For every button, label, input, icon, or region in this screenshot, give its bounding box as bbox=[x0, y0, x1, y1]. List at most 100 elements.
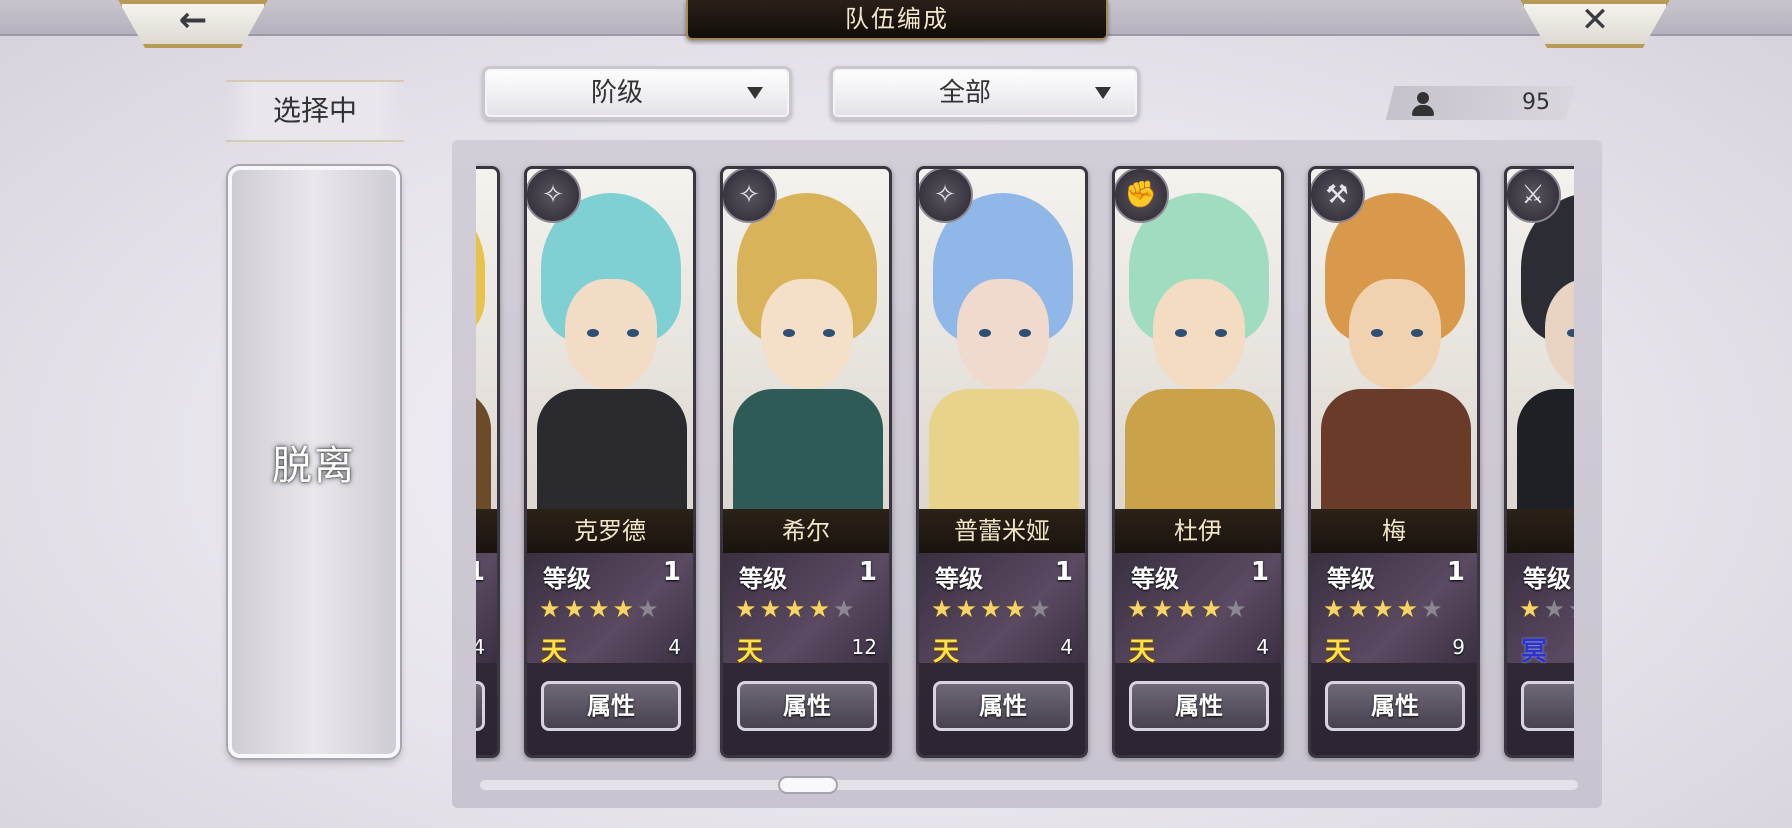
unit-count: 95 bbox=[1522, 90, 1550, 115]
level-label: 等级 bbox=[1327, 565, 1375, 593]
sub-value: 4 bbox=[668, 635, 681, 659]
attribute-button[interactable]: 属性 bbox=[1129, 681, 1269, 731]
star-icon: ★ bbox=[1176, 595, 1201, 623]
character-card[interactable]: ✊ 杜伊 等级 1 ★★★★★ 天 4 属性 bbox=[1112, 166, 1284, 758]
star-icon: ★ bbox=[637, 595, 662, 623]
class-icon: ✧ bbox=[527, 169, 581, 223]
level-label: 等级 bbox=[1131, 565, 1179, 593]
character-name: 梅 bbox=[1311, 509, 1477, 553]
character-stats: 等级★★★★★ 冥 bbox=[1507, 553, 1574, 667]
chevron-down-icon bbox=[1095, 87, 1111, 99]
character-name: 普蕾米娅 bbox=[919, 509, 1085, 553]
star-icon: ★ bbox=[1568, 595, 1574, 623]
level-value: 1 bbox=[1446, 557, 1465, 587]
star-icon: ★ bbox=[1127, 595, 1152, 623]
character-name: 希尔 bbox=[723, 509, 889, 553]
star-rating: ★★★★★ bbox=[539, 595, 662, 623]
class-icon: ⚔ bbox=[1507, 169, 1561, 223]
star-icon: ★ bbox=[955, 595, 981, 623]
character-portrait bbox=[476, 169, 497, 509]
scope-filter-value: 全部 bbox=[938, 78, 991, 108]
attribute-button[interactable]: 属性 bbox=[541, 681, 681, 731]
level-label: 等级 bbox=[543, 565, 591, 593]
class-icon: ✊ bbox=[1115, 169, 1169, 223]
character-name: 克罗德 bbox=[527, 509, 693, 553]
attribute-button[interactable] bbox=[476, 681, 485, 731]
chevron-down-icon bbox=[747, 87, 763, 99]
rank-filter-value: 阶级 bbox=[590, 78, 643, 108]
star-icon: ★ bbox=[1543, 595, 1569, 623]
attribute-button[interactable]: 属性 bbox=[933, 681, 1073, 731]
attribute-button[interactable] bbox=[1521, 681, 1574, 731]
character-name: J bbox=[1507, 509, 1574, 553]
star-icon: ★ bbox=[833, 595, 858, 623]
character-stats: 等级 1 ★★★★★ 天 4 bbox=[1115, 553, 1281, 667]
star-rating: ★★★★★ bbox=[1519, 595, 1574, 623]
sub-value: 4 bbox=[1060, 635, 1073, 659]
star-icon: ★ bbox=[784, 595, 809, 623]
character-card[interactable]: ✧ 普蕾米娅 等级 1 ★★★★★ 天 4 属性 bbox=[916, 166, 1088, 758]
level-label: 等级 bbox=[1523, 565, 1571, 593]
star-icon: ★ bbox=[1200, 595, 1226, 623]
star-rating: ★★★★★ bbox=[931, 595, 1054, 623]
star-icon: ★ bbox=[1323, 595, 1348, 623]
level-value: 1 bbox=[476, 557, 485, 587]
star-icon: ★ bbox=[1519, 595, 1544, 623]
attribute-button[interactable]: 属性 bbox=[1325, 681, 1465, 731]
star-icon: ★ bbox=[1225, 595, 1250, 623]
character-card[interactable]: ✧ 克罗德等级 1 ★★★★★ 天 4 属性 bbox=[524, 166, 696, 758]
scope-filter-dropdown[interactable]: 全部 bbox=[830, 66, 1140, 120]
rank-badge: 天 bbox=[933, 637, 960, 667]
level-label: 等级 bbox=[935, 565, 983, 593]
star-icon: ★ bbox=[1421, 595, 1446, 623]
arrow-left-icon: ← bbox=[178, 0, 208, 40]
unit-count-badge: 95 bbox=[1385, 86, 1575, 120]
star-icon: ★ bbox=[980, 595, 1005, 623]
character-name: 杜伊 bbox=[1115, 509, 1281, 553]
back-button[interactable]: ← bbox=[118, 0, 268, 48]
rank-badge: 冥 bbox=[1521, 637, 1548, 667]
class-icon: ✧ bbox=[919, 169, 973, 223]
level-value: 1 bbox=[1054, 557, 1073, 587]
horizontal-scrollbar[interactable] bbox=[480, 780, 1578, 790]
card-list[interactable]: 1★★★★★4✧克罗德等级1★★★★★天4属性✧希尔等级1★★★★★天12属性✧… bbox=[476, 162, 1574, 762]
rank-badge: 天 bbox=[737, 637, 764, 667]
selecting-label: 选择中 bbox=[226, 80, 404, 142]
sub-value: 9 bbox=[1452, 635, 1465, 659]
character-card[interactable]: ✧ 希尔 等级 1 ★★★★★ 天 12 属性 bbox=[720, 166, 892, 758]
star-icon: ★ bbox=[1029, 595, 1054, 623]
star-rating: ★★★★★ bbox=[1323, 595, 1446, 623]
star-icon: ★ bbox=[931, 595, 956, 623]
class-icon: ✧ bbox=[723, 169, 777, 223]
level-value: 1 bbox=[662, 557, 681, 587]
sub-value: 4 bbox=[476, 635, 485, 659]
star-icon: ★ bbox=[1004, 595, 1030, 623]
star-rating: ★★★★★ bbox=[1127, 595, 1250, 623]
star-rating: ★★★★★ bbox=[735, 595, 858, 623]
character-stats: 1★★★★★4 bbox=[476, 553, 497, 663]
character-card[interactable]: ⚒ 梅等级 1 ★★★★★ 天 9 属性 bbox=[1308, 166, 1480, 758]
star-icon: ★ bbox=[563, 595, 589, 623]
character-card[interactable]: 1★★★★★4 bbox=[476, 166, 500, 758]
star-icon: ★ bbox=[759, 595, 785, 623]
remove-label: 脱离 bbox=[272, 443, 356, 489]
attribute-button[interactable]: 属性 bbox=[737, 681, 877, 731]
star-icon: ★ bbox=[808, 595, 834, 623]
star-icon: ★ bbox=[588, 595, 613, 623]
close-button[interactable]: ✕ bbox=[1520, 0, 1670, 48]
class-icon: ⚒ bbox=[1311, 169, 1365, 223]
star-icon: ★ bbox=[1347, 595, 1373, 623]
character-stats: 等级 1 ★★★★★ 天 4 bbox=[919, 553, 1085, 667]
rank-filter-dropdown[interactable]: 阶级 bbox=[482, 66, 792, 120]
person-icon bbox=[1412, 92, 1434, 116]
star-icon: ★ bbox=[1372, 595, 1397, 623]
star-icon: ★ bbox=[735, 595, 760, 623]
star-icon: ★ bbox=[539, 595, 564, 623]
sub-value: 12 bbox=[851, 635, 877, 659]
character-card[interactable]: ⚔ J 等级★★★★★ 冥 bbox=[1504, 166, 1574, 758]
level-value: 1 bbox=[858, 557, 877, 587]
rank-badge: 天 bbox=[1325, 637, 1352, 667]
scrollbar-thumb[interactable] bbox=[778, 776, 838, 794]
remove-member-button[interactable]: 脱离 bbox=[228, 166, 400, 758]
rank-badge: 天 bbox=[541, 637, 568, 667]
